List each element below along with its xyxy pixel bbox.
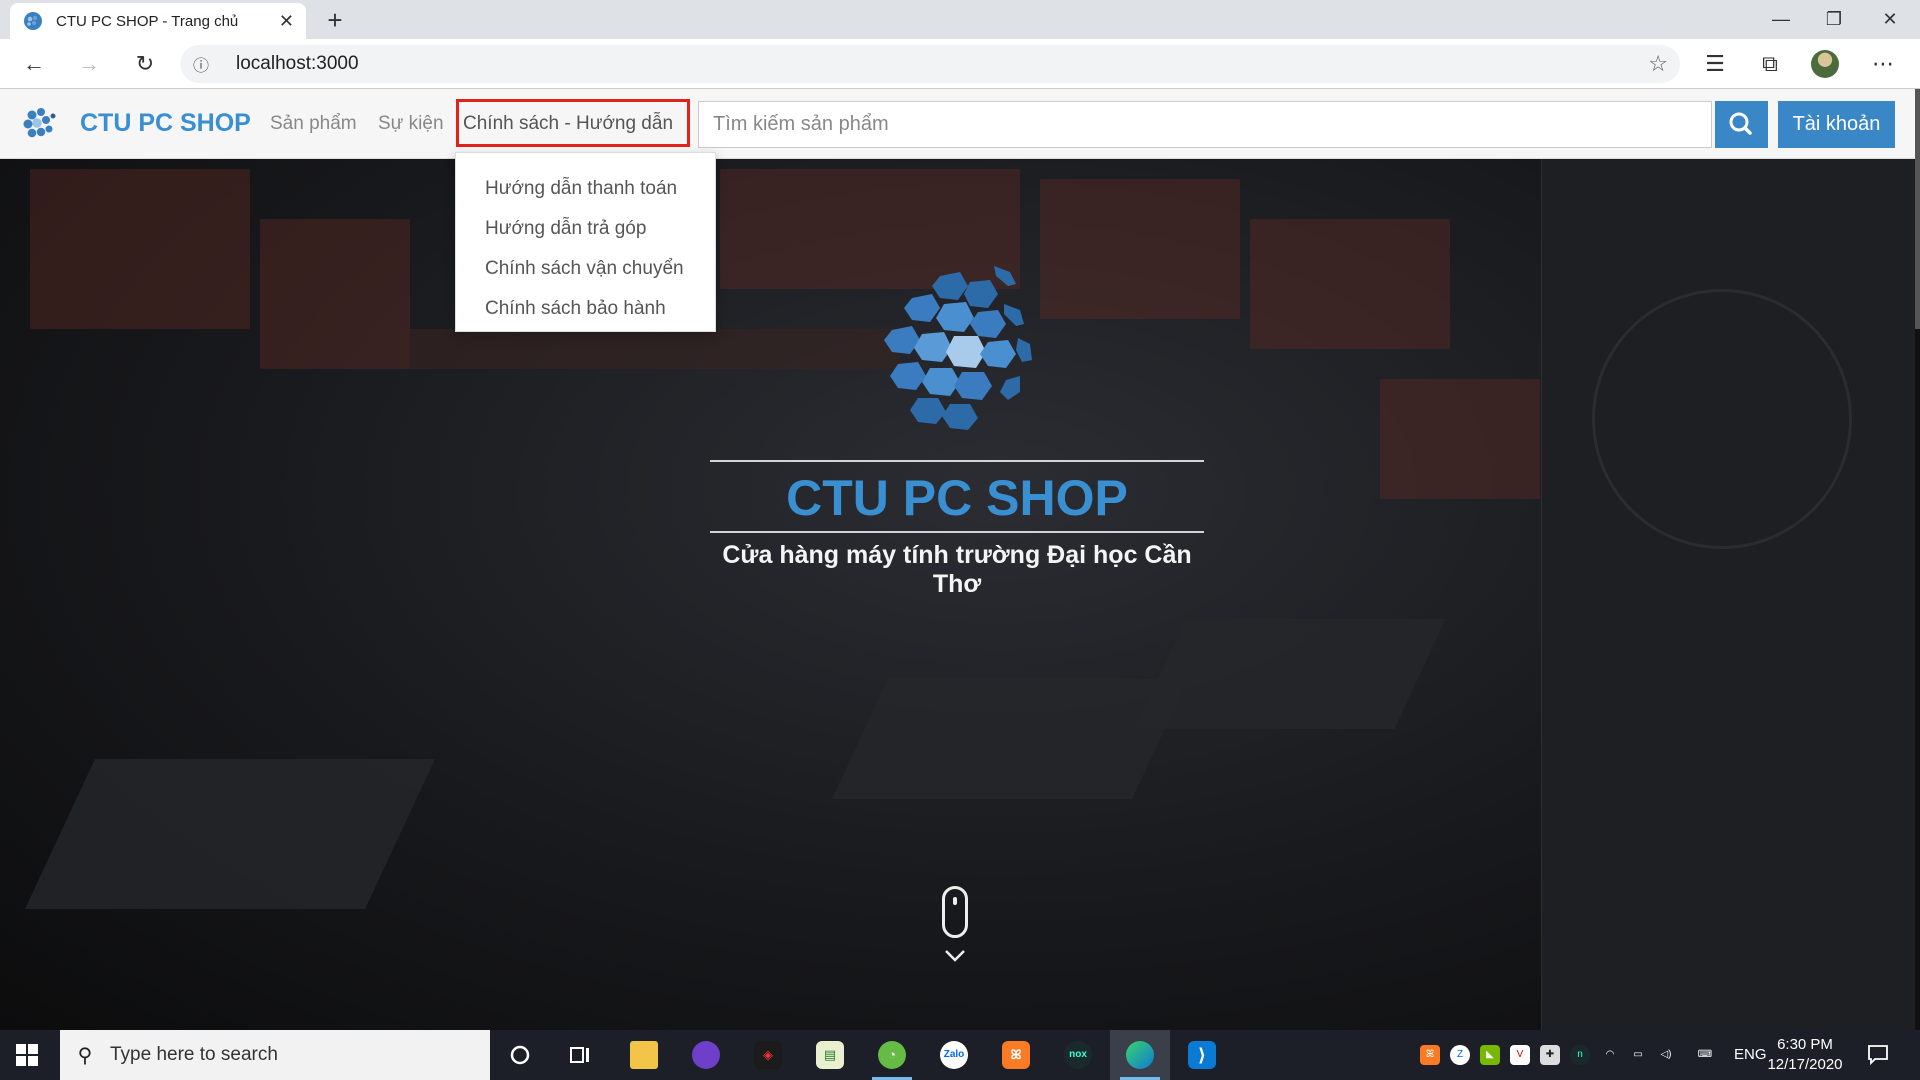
minimize-icon[interactable]: — xyxy=(1753,0,1809,39)
favorite-star-icon[interactable]: ☆ xyxy=(1648,51,1668,77)
edge-browser-icon[interactable] xyxy=(1110,1030,1170,1080)
restore-icon[interactable]: ❐ xyxy=(1806,0,1862,39)
address-bar[interactable]: ⓘ localhost:3000 ☆ xyxy=(180,45,1680,83)
hero-subtitle: Cửa hàng máy tính trường Đại học Cần Thơ xyxy=(722,541,1192,598)
scroll-mouse-icon[interactable] xyxy=(942,886,968,938)
site-header: CTU PC SHOP Sản phẩm Sự kiện Chính sách … xyxy=(0,89,1920,159)
search-icon: ⚲ xyxy=(77,1044,93,1067)
hero-divider-bottom xyxy=(710,531,1204,533)
menu-item-payment-guide[interactable]: Hướng dẫn thanh toán xyxy=(456,169,715,209)
browser-toolbar: ← → ↻ ⓘ localhost:3000 ☆ ☰ ⧉ ⋯ xyxy=(0,39,1920,89)
battery-icon[interactable]: ▭ xyxy=(1628,1045,1648,1065)
nox-player-icon[interactable]: nox xyxy=(1048,1030,1108,1080)
bg-display xyxy=(1040,179,1240,319)
nvidia-tray-icon[interactable]: ◣ xyxy=(1480,1045,1500,1065)
bg-display xyxy=(260,219,410,369)
taskbar-clock[interactable]: 6:30 PM 12/17/2020 xyxy=(1760,1035,1850,1075)
window-close-icon[interactable]: ✕ xyxy=(1862,0,1918,39)
garena-icon[interactable]: ◈ xyxy=(738,1030,798,1080)
menu-item-warranty-policy[interactable]: Chính sách bảo hành xyxy=(456,289,715,329)
menu-item-installment-guide[interactable]: Hướng dẫn trả góp xyxy=(456,209,715,249)
more-options-icon[interactable]: ⋯ xyxy=(1866,47,1900,81)
task-view-icon[interactable] xyxy=(550,1030,610,1080)
browser-tab-bar: CTU PC SHOP - Trang chủ ✕ + — ❐ ✕ xyxy=(0,0,1920,39)
notification-icon[interactable] xyxy=(1866,1042,1890,1066)
bg-keyboard xyxy=(1134,619,1446,729)
clock-time: 6:30 PM xyxy=(1777,1036,1833,1053)
bg-keyboard xyxy=(832,679,1188,799)
keyboard-icon[interactable]: ⌨ xyxy=(1690,1045,1720,1065)
profile-avatar[interactable] xyxy=(1811,50,1839,78)
volume-icon[interactable]: ◁) xyxy=(1656,1045,1676,1065)
coccoc-browser-icon[interactable]: ◔ xyxy=(862,1030,922,1080)
account-button[interactable]: Tài khoản xyxy=(1778,101,1895,148)
zalo-tray-icon[interactable]: Z xyxy=(1450,1045,1470,1065)
vietkey-tray-icon[interactable]: V xyxy=(1510,1045,1530,1065)
collections-icon[interactable]: ⧉ xyxy=(1753,47,1787,81)
hero-banner: CTU PC SHOP Cửa hàng máy tính trường Đại… xyxy=(0,159,1920,1030)
chevron-down-icon[interactable] xyxy=(943,943,967,967)
product-search-input[interactable]: Tìm kiếm sản phẩm xyxy=(698,101,1712,148)
xampp-icon[interactable]: ꕤ xyxy=(986,1030,1046,1080)
brand-name[interactable]: CTU PC SHOP xyxy=(80,109,251,138)
taskbar-search-placeholder[interactable]: Type here to search xyxy=(110,1044,278,1066)
security-tray-icon[interactable]: ✚ xyxy=(1540,1045,1560,1065)
cortana-icon[interactable] xyxy=(490,1030,550,1080)
forward-icon[interactable]: → xyxy=(72,47,106,81)
favorites-icon[interactable]: ☰ xyxy=(1698,47,1732,81)
bg-display xyxy=(1380,379,1540,499)
search-button[interactable] xyxy=(1715,101,1768,148)
new-tab-icon[interactable]: + xyxy=(318,3,352,37)
address-text[interactable]: localhost:3000 xyxy=(236,53,359,75)
refresh-icon[interactable]: ↻ xyxy=(128,47,162,81)
tab-close-icon[interactable]: ✕ xyxy=(279,11,294,32)
hero-divider-top xyxy=(710,460,1204,462)
windows-taskbar: ⚲ Type here to search ◈ ▤ ◔ Zalo ꕤ nox ⟩… xyxy=(0,1030,1920,1080)
github-desktop-icon[interactable] xyxy=(676,1030,736,1080)
nox-tray-icon[interactable]: n xyxy=(1570,1045,1590,1065)
bg-display xyxy=(1250,219,1450,349)
clock-date: 12/17/2020 xyxy=(1767,1056,1843,1073)
file-explorer-icon[interactable] xyxy=(614,1030,674,1080)
wifi-icon[interactable]: ◠ xyxy=(1600,1045,1620,1065)
policy-dropdown-menu: Hướng dẫn thanh toán Hướng dẫn trả góp C… xyxy=(455,152,716,332)
page-scrollbar[interactable] xyxy=(1915,89,1920,1030)
bg-display xyxy=(30,169,250,329)
search-icon xyxy=(1729,112,1752,135)
zalo-icon[interactable]: Zalo xyxy=(924,1030,984,1080)
bg-shelf xyxy=(400,329,900,369)
tab-title: CTU PC SHOP - Trang chủ xyxy=(56,12,239,30)
menu-item-shipping-policy[interactable]: Chính sách vận chuyển xyxy=(456,249,715,289)
xampp-tray-icon[interactable]: ꕤ xyxy=(1420,1045,1440,1065)
bg-keyboard xyxy=(25,759,435,909)
nav-events[interactable]: Sự kiện xyxy=(378,113,444,135)
scrollbar-thumb[interactable] xyxy=(1915,89,1920,329)
shop-logo-icon[interactable] xyxy=(18,103,60,145)
vscode-icon[interactable]: ⟩ xyxy=(1172,1030,1232,1080)
spreadsheet-app-icon[interactable]: ▤ xyxy=(800,1030,860,1080)
back-icon[interactable]: ← xyxy=(17,47,51,81)
windows-start-icon[interactable] xyxy=(16,1044,38,1066)
hero-title: CTU PC SHOP xyxy=(786,470,1128,526)
scroll-wheel-dot xyxy=(953,897,957,905)
browser-tab[interactable]: CTU PC SHOP - Trang chủ ✕ xyxy=(10,3,306,39)
site-favicon-icon xyxy=(24,12,42,30)
hero-side-panel xyxy=(1541,159,1920,1030)
taskbar-search-box[interactable]: ⚲ Type here to search xyxy=(60,1030,490,1080)
nav-products[interactable]: Sản phẩm xyxy=(270,113,357,135)
site-info-icon[interactable]: ⓘ xyxy=(180,52,222,76)
hero-logo-icon xyxy=(884,266,1032,430)
bg-chart-graphic xyxy=(1592,289,1852,549)
nav-policy-guide[interactable]: Chính sách - Hướng dẫn xyxy=(456,99,690,147)
